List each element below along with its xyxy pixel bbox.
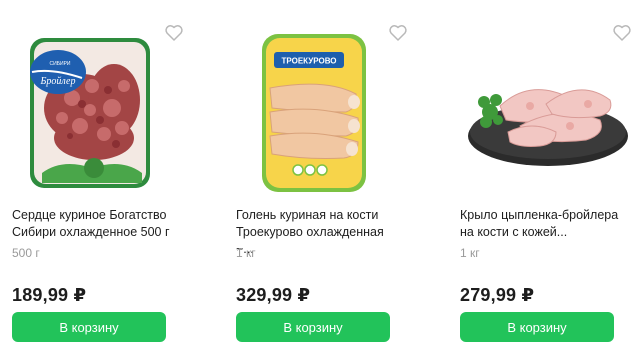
product-title-line: Крыло цыпленка-бройлера — [460, 208, 619, 222]
product-title[interactable]: Сердце куриное Богатство Сибири охлажден… — [12, 207, 180, 241]
product-price: 189,99 ₽ — [12, 285, 87, 305]
product-weight: 1 кг — [460, 246, 480, 260]
product-title[interactable]: Голень куриная на кости Троекурово охлаж… — [236, 207, 404, 258]
product-weight: 500 г — [12, 246, 40, 260]
package-brand-text: СИБИРИ — [49, 61, 70, 67]
product-title-line: Голень куриная на кости — [236, 208, 379, 222]
product-title-line: Сердце куриное Богатство — [12, 208, 167, 222]
product-card[interactable]: СИБИРИ Бройлер Сердце куриное Богатство … — [12, 0, 183, 357]
product-title-line: Сибири охлажденное 500 г — [12, 225, 170, 239]
product-card[interactable]: ТРОЕКУРОВО Голень куриная на кости Троек… — [236, 0, 407, 357]
product-image[interactable]: СИБИРИ Бройлер — [12, 8, 180, 198]
add-to-cart-button[interactable]: В корзину — [236, 312, 390, 342]
package-script-text: Бройлер — [40, 76, 76, 87]
product-weight: 1 кг — [236, 246, 256, 260]
heart-outline-icon[interactable] — [388, 24, 408, 42]
product-title-line: на кости с кожей... — [460, 225, 568, 239]
add-to-cart-button[interactable]: В корзину — [460, 312, 614, 342]
heart-outline-icon[interactable] — [612, 24, 632, 42]
product-card[interactable]: Крыло цыпленка-бройлера на кости с кожей… — [460, 0, 631, 357]
heart-outline-icon[interactable] — [164, 24, 184, 42]
product-title-line: Троекурово охлажденная ~... — [236, 225, 384, 256]
add-to-cart-button[interactable]: В корзину — [12, 312, 166, 342]
product-price: 329,99 ₽ — [236, 285, 311, 305]
product-image[interactable]: ТРОЕКУРОВО — [236, 8, 404, 198]
package-brand-text: ТРОЕКУРОВО — [282, 57, 337, 66]
product-price: 279,99 ₽ — [460, 285, 535, 305]
product-title[interactable]: Крыло цыпленка-бройлера на кости с кожей… — [460, 207, 628, 241]
product-image[interactable] — [460, 8, 628, 198]
